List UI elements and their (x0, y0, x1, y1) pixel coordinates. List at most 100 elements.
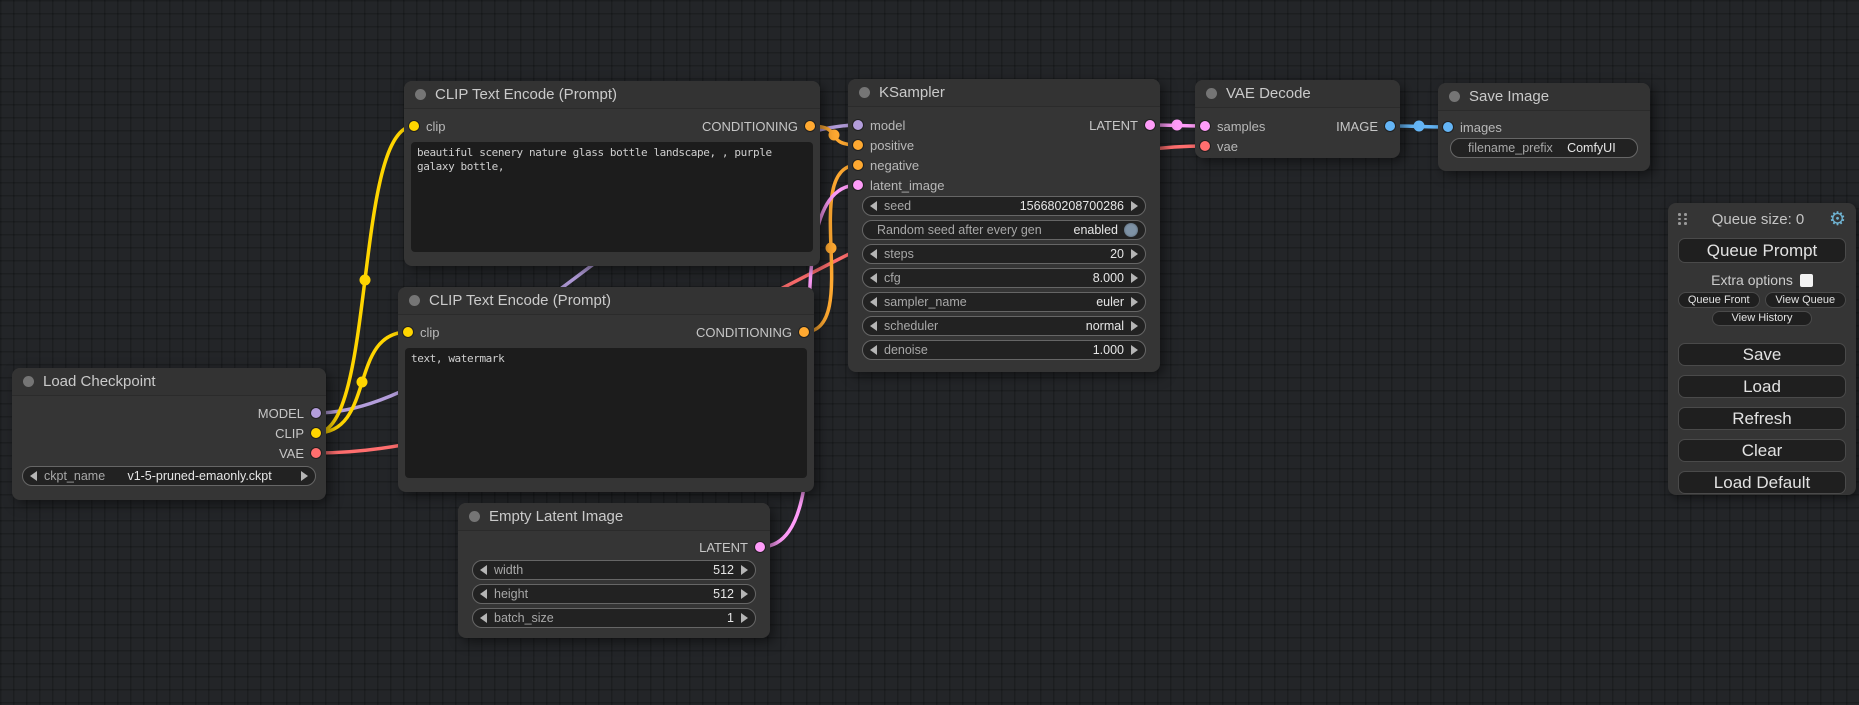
node-ksampler[interactable]: KSampler model LATENT positive negative (848, 79, 1160, 372)
decrement-arrow-icon[interactable] (870, 273, 877, 283)
ckpt-name-widget[interactable]: ckpt_name v1-5-pruned-emaonly.ckpt (22, 466, 316, 486)
node-clip-text-encode-positive[interactable]: CLIP Text Encode (Prompt) clip CONDITION… (404, 81, 820, 266)
sampler-name-widget[interactable]: sampler_name euler (862, 292, 1146, 312)
link-dot-negative-conditioning[interactable] (826, 243, 837, 254)
clear-button[interactable]: Clear (1678, 439, 1846, 462)
queue-front-button[interactable]: Queue Front (1678, 292, 1760, 308)
output-latent: LATENT (1089, 118, 1155, 133)
increment-arrow-icon[interactable] (1131, 321, 1138, 331)
random-seed-toggle-widget[interactable]: Random seed after every gen enabled (862, 220, 1146, 240)
increment-arrow-icon[interactable] (1131, 273, 1138, 283)
collapse-dot-icon[interactable] (859, 87, 870, 98)
positive-prompt-textarea[interactable]: beautiful scenery nature glass bottle la… (411, 142, 813, 252)
load-button[interactable]: Load (1678, 375, 1846, 398)
node-title-bar[interactable]: KSampler (848, 79, 1160, 107)
height-widget[interactable]: height 512 (472, 584, 756, 604)
refresh-button[interactable]: Refresh (1678, 407, 1846, 430)
widget-value: v1-5-pruned-emaonly.ckpt (127, 469, 271, 483)
node-title-bar[interactable]: CLIP Text Encode (Prompt) (398, 287, 814, 315)
latent-slot-dot[interactable] (755, 542, 765, 552)
queue-prompt-button[interactable]: Queue Prompt (1678, 238, 1846, 263)
increment-arrow-icon[interactable] (741, 613, 748, 623)
drag-handle-icon[interactable] (1678, 213, 1687, 225)
node-title: Empty Latent Image (489, 508, 623, 525)
link-dot-clip-negative[interactable] (357, 377, 368, 388)
increment-arrow-icon[interactable] (1131, 345, 1138, 355)
node-title-bar[interactable]: Save Image (1438, 83, 1650, 111)
decrement-arrow-icon[interactable] (870, 249, 877, 259)
link-dot-positive-conditioning[interactable] (829, 130, 840, 141)
output-image: IMAGE (1336, 119, 1395, 134)
node-title-bar[interactable]: CLIP Text Encode (Prompt) (404, 81, 820, 109)
decrement-arrow-icon[interactable] (870, 345, 877, 355)
collapse-dot-icon[interactable] (409, 295, 420, 306)
input-latent-image: latent_image (853, 178, 944, 193)
conditioning-slot-dot[interactable] (805, 121, 815, 131)
collapse-dot-icon[interactable] (23, 376, 34, 387)
model-slot-dot[interactable] (853, 120, 863, 130)
cfg-widget[interactable]: cfg 8.000 (862, 268, 1146, 288)
increment-arrow-icon[interactable] (741, 565, 748, 575)
conditioning-slot-dot[interactable] (853, 140, 863, 150)
collapse-dot-icon[interactable] (469, 511, 480, 522)
node-title-bar[interactable]: Load Checkpoint (12, 368, 326, 396)
scheduler-widget[interactable]: scheduler normal (862, 316, 1146, 336)
collapse-dot-icon[interactable] (1206, 88, 1217, 99)
clip-slot-dot[interactable] (311, 428, 321, 438)
model-slot-dot[interactable] (311, 408, 321, 418)
increment-arrow-icon[interactable] (1131, 249, 1138, 259)
toggle-dot-icon[interactable] (1124, 223, 1138, 237)
decrement-arrow-icon[interactable] (480, 565, 487, 575)
decrement-arrow-icon[interactable] (30, 471, 37, 481)
node-save-image[interactable]: Save Image images filename_prefix ComfyU… (1438, 83, 1650, 171)
node-empty-latent-image[interactable]: Empty Latent Image LATENT width 512 heig… (458, 503, 770, 638)
view-history-button[interactable]: View History (1712, 311, 1812, 326)
steps-widget[interactable]: steps 20 (862, 244, 1146, 264)
clip-slot-dot[interactable] (409, 121, 419, 131)
latent-slot-dot[interactable] (1200, 121, 1210, 131)
node-load-checkpoint[interactable]: Load Checkpoint MODEL CLIP VAE ckpt_name… (12, 368, 326, 500)
decrement-arrow-icon[interactable] (870, 201, 877, 211)
image-slot-dot[interactable] (1385, 121, 1395, 131)
decrement-arrow-icon[interactable] (870, 321, 877, 331)
denoise-widget[interactable]: denoise 1.000 (862, 340, 1146, 360)
increment-arrow-icon[interactable] (1131, 201, 1138, 211)
latent-slot-dot[interactable] (853, 180, 863, 190)
widget-label: ckpt_name (44, 469, 105, 483)
collapse-dot-icon[interactable] (1449, 91, 1460, 102)
link-dot-clip-positive[interactable] (360, 275, 371, 286)
decrement-arrow-icon[interactable] (870, 297, 877, 307)
save-button[interactable]: Save (1678, 343, 1846, 366)
latent-slot-dot[interactable] (1145, 120, 1155, 130)
node-title-bar[interactable]: Empty Latent Image (458, 503, 770, 531)
width-widget[interactable]: width 512 (472, 560, 756, 580)
node-clip-text-encode-negative[interactable]: CLIP Text Encode (Prompt) clip CONDITION… (398, 287, 814, 492)
image-slot-dot[interactable] (1443, 122, 1453, 132)
increment-arrow-icon[interactable] (301, 471, 308, 481)
node-vae-decode[interactable]: VAE Decode samples IMAGE vae (1195, 80, 1400, 158)
vae-slot-dot[interactable] (1200, 141, 1210, 151)
load-default-button[interactable]: Load Default (1678, 471, 1846, 494)
conditioning-slot-dot[interactable] (799, 327, 809, 337)
collapse-dot-icon[interactable] (415, 89, 426, 100)
node-title-bar[interactable]: VAE Decode (1195, 80, 1400, 108)
link-dot-latent[interactable] (1172, 120, 1183, 131)
view-queue-button[interactable]: View Queue (1765, 292, 1847, 308)
increment-arrow-icon[interactable] (741, 589, 748, 599)
decrement-arrow-icon[interactable] (480, 589, 487, 599)
gear-icon[interactable]: ⚙ (1829, 210, 1846, 229)
conditioning-slot-dot[interactable] (853, 160, 863, 170)
clip-slot-dot[interactable] (403, 327, 413, 337)
vae-slot-dot[interactable] (311, 448, 321, 458)
extra-options-checkbox[interactable] (1800, 274, 1813, 287)
seed-widget[interactable]: seed 156680208700286 (862, 196, 1146, 216)
decrement-arrow-icon[interactable] (480, 613, 487, 623)
output-vae: VAE (279, 446, 321, 461)
negative-prompt-textarea[interactable]: text, watermark (405, 348, 807, 478)
batch-size-widget[interactable]: batch_size 1 (472, 608, 756, 628)
input-samples: samples (1200, 119, 1265, 134)
link-dot-image[interactable] (1414, 121, 1425, 132)
input-clip: clip (409, 119, 446, 134)
increment-arrow-icon[interactable] (1131, 297, 1138, 307)
filename-prefix-widget[interactable]: filename_prefix ComfyUI (1450, 138, 1638, 158)
